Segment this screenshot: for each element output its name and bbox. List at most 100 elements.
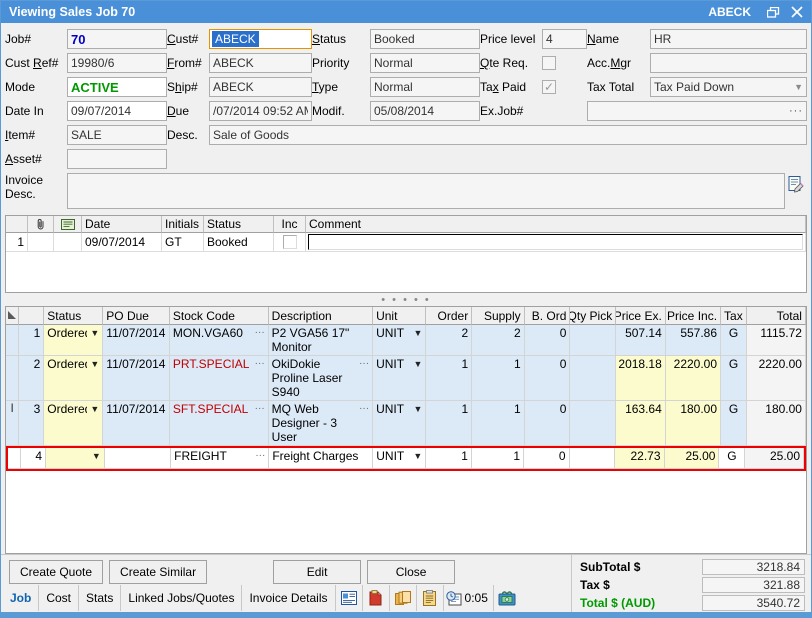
grid-splitter[interactable]: • • • • • (5, 293, 807, 306)
row-tax[interactable]: G (721, 356, 747, 401)
row-order[interactable]: 1 (426, 401, 472, 446)
row-status[interactable]: Ordered▼ (44, 325, 103, 356)
row-order[interactable]: 2 (426, 325, 472, 356)
comment-row-inc-checkbox[interactable] (283, 235, 297, 249)
chevron-down-icon[interactable]: ▼ (411, 402, 423, 416)
desc-field[interactable]: Sale of Goods (209, 125, 807, 145)
row-qty-pick[interactable] (570, 325, 616, 356)
note-icon[interactable] (54, 216, 82, 233)
col-price-inc[interactable]: Price Inc. (666, 307, 721, 325)
qte-req-checkbox[interactable] (542, 56, 556, 70)
row-supply[interactable]: 1 (472, 448, 524, 469)
row-description[interactable]: P2 VGA56 17" Monitor (269, 325, 373, 356)
tab-invoice-details[interactable]: Invoice Details (242, 585, 335, 611)
col-b-ord[interactable]: B. Ord (525, 307, 571, 325)
row-price-ex[interactable]: 2018.18 (616, 356, 666, 401)
asset-field[interactable] (67, 149, 167, 169)
row-price-ex[interactable]: 163.64 (616, 401, 666, 446)
date-in-field[interactable]: 09/07/2014 (67, 101, 167, 121)
lookup-icon[interactable]: ··· (252, 402, 265, 416)
row-supply[interactable]: 2 (472, 325, 524, 356)
lookup-icon[interactable]: ··· (252, 357, 265, 371)
row-b-ord[interactable]: 0 (525, 401, 571, 446)
row-tax[interactable]: G (721, 325, 747, 356)
type-field[interactable]: Normal (370, 77, 480, 97)
close-icon[interactable] (785, 2, 809, 22)
col-supply[interactable]: Supply (472, 307, 524, 325)
row-price-ex[interactable]: 507.14 (616, 325, 666, 356)
comment-col-initials[interactable]: Initials (162, 216, 204, 233)
row-qty-pick[interactable] (570, 356, 616, 401)
row-status[interactable]: ▼ (46, 448, 105, 469)
row-price-inc[interactable]: 557.86 (666, 325, 721, 356)
row-price-inc[interactable]: 180.00 (666, 401, 721, 446)
tax-paid-checkbox[interactable]: ✓ (542, 80, 556, 94)
row-stock-code[interactable]: FREIGHT··· (171, 448, 269, 469)
invoice-desc-field[interactable] (67, 173, 785, 209)
col-order[interactable]: Order (426, 307, 472, 325)
job-no-field[interactable]: 70 (67, 29, 167, 49)
tab-linked-jobs-quotes[interactable]: Linked Jobs/Quotes (121, 585, 242, 611)
tab-job[interactable]: Job (3, 585, 39, 611)
item-field[interactable]: SALE (67, 125, 167, 145)
table-row[interactable]: I 3 Ordered▼ 11/07/2014 SFT.SPECIAL··· M… (6, 401, 806, 446)
comment-row-attachment[interactable] (28, 233, 54, 252)
status-field[interactable]: Booked (370, 29, 480, 49)
lookup-icon[interactable]: ··· (252, 326, 265, 340)
acc-mgr-field[interactable] (650, 53, 807, 73)
lookup-icon[interactable]: ··· (356, 402, 369, 416)
row-description[interactable]: MQ Web Designer - 3 User··· (269, 401, 373, 446)
comment-input[interactable] (308, 234, 803, 250)
clipboard-icon[interactable] (417, 585, 444, 611)
restore-icon[interactable] (761, 2, 785, 22)
row-qty-pick[interactable] (570, 401, 616, 446)
create-similar-button[interactable]: Create Similar (109, 560, 207, 584)
row-tax[interactable]: G (719, 448, 745, 469)
lookup-icon[interactable]: ··· (356, 357, 369, 371)
money-gift-icon[interactable] (494, 585, 521, 611)
row-supply[interactable]: 1 (472, 401, 524, 446)
chevron-down-icon[interactable]: ▼ (87, 357, 99, 371)
row-description[interactable]: OkiDokie Proline Laser S940··· (269, 356, 373, 401)
comment-row-date[interactable]: 09/07/2014 (82, 233, 162, 252)
comment-row[interactable]: 1 09/07/2014 GT Booked (6, 233, 806, 252)
cust-ref-field[interactable]: 19980/6 (67, 53, 167, 73)
close-button[interactable]: Close (367, 560, 455, 584)
ship-no-field[interactable]: ABECK (209, 77, 312, 97)
chevron-down-icon[interactable]: ▼ (410, 449, 422, 463)
table-row-new[interactable]: 4 ▼ FREIGHT··· Freight Charges UNIT▼ 1 1… (6, 446, 806, 471)
contact-card-icon[interactable] (336, 585, 363, 611)
table-row[interactable]: 2 Ordered▼ 11/07/2014 PRT.SPECIAL··· Oki… (6, 356, 806, 401)
comment-col-comment[interactable]: Comment (306, 216, 806, 233)
col-status[interactable]: Status (44, 307, 103, 325)
chevron-down-icon[interactable]: ▼ (89, 449, 101, 463)
name-field[interactable]: HR (650, 29, 807, 49)
attachment-icon[interactable] (28, 216, 54, 233)
comment-col-date[interactable]: Date (82, 216, 162, 233)
row-unit[interactable]: UNIT▼ (373, 325, 426, 356)
comment-col-inc[interactable]: Inc (274, 216, 306, 233)
row-po-due[interactable]: 11/07/2014 (103, 401, 170, 446)
row-po-due[interactable]: 11/07/2014 (103, 325, 170, 356)
col-unit[interactable]: Unit (373, 307, 426, 325)
col-qty-pick[interactable]: Qty Pick (570, 307, 616, 325)
row-stock-code[interactable]: SFT.SPECIAL··· (170, 401, 269, 446)
col-price-ex[interactable]: Price Ex. (616, 307, 666, 325)
row-description[interactable]: Freight Charges (269, 448, 373, 469)
col-total[interactable]: Total (747, 307, 806, 325)
tab-stats[interactable]: Stats (79, 585, 121, 611)
col-po-due[interactable]: PO Due (103, 307, 170, 325)
price-level-field[interactable]: 4 (542, 29, 587, 49)
row-po-due[interactable] (105, 448, 171, 469)
comment-col-status[interactable]: Status (204, 216, 274, 233)
row-order[interactable]: 1 (426, 356, 472, 401)
comment-row-status[interactable]: Booked (204, 233, 274, 252)
copy-pages-icon[interactable] (390, 585, 417, 611)
row-tax[interactable]: G (721, 401, 747, 446)
due-field[interactable]: /07/2014 09:52 AM (209, 101, 312, 121)
row-b-ord[interactable]: 0 (524, 448, 570, 469)
col-description[interactable]: Description (269, 307, 373, 325)
comment-row-note[interactable] (54, 233, 82, 252)
row-price-ex[interactable]: 22.73 (615, 448, 664, 469)
row-b-ord[interactable]: 0 (525, 356, 571, 401)
